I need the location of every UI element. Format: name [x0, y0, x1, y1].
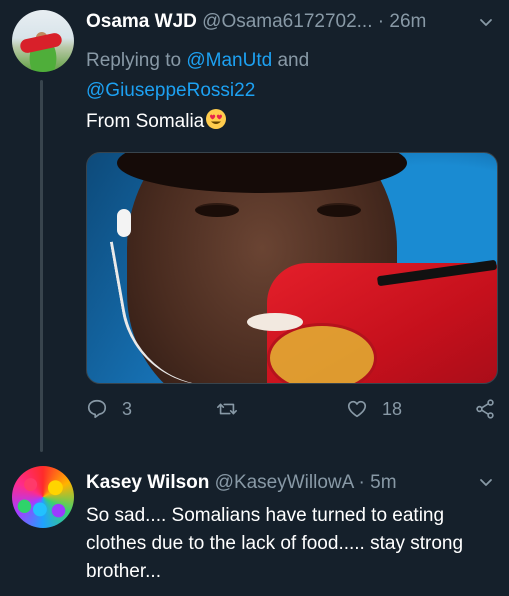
separator-dot: ·	[358, 472, 365, 493]
tweet-kasey[interactable]: Kasey Wilson @KaseyWillowA · 5m So sad..…	[0, 452, 509, 596]
chevron-down-icon[interactable]	[479, 476, 493, 490]
photo-badge	[267, 323, 377, 383]
thread-line	[40, 80, 43, 452]
display-name[interactable]: Kasey Wilson	[86, 472, 209, 493]
tweet-osama[interactable]: Osama WJD @Osama6172702... · 26m Replyin…	[0, 0, 509, 452]
like-count: 18	[382, 398, 403, 419]
like-button[interactable]: 18	[346, 394, 402, 424]
handle[interactable]: @Osama6172702...	[202, 11, 372, 32]
mention-giuseppe[interactable]: @GiuseppeRossi22	[86, 80, 255, 101]
mention-manutd[interactable]: @ManUtd	[186, 50, 272, 71]
share-button[interactable]	[474, 394, 509, 424]
replying-prefix: Replying to	[86, 50, 182, 71]
replying-to: Replying to @ManUtd and @GiuseppeRossi22	[86, 46, 416, 106]
reply-icon	[87, 399, 107, 419]
photo-mouth	[247, 313, 303, 331]
heart-icon	[347, 400, 367, 418]
photo-earphone	[117, 209, 131, 237]
replying-and: and	[277, 50, 310, 71]
photo-eye-right	[317, 203, 361, 217]
retweet-icon	[217, 403, 237, 415]
share-icon	[476, 399, 494, 419]
tweet-text: From Somalia	[86, 108, 227, 136]
tweet-text: So sad.... Somalians have turned to eati…	[86, 505, 464, 582]
heart-eyes-emoji-icon	[206, 109, 227, 129]
timestamp[interactable]: 26m	[389, 11, 426, 32]
tweet-actions: 3 18	[86, 394, 506, 424]
separator-dot: ·	[377, 11, 385, 32]
handle[interactable]: @KaseyWillowA	[215, 472, 354, 493]
tweet-text-content: From Somalia	[86, 111, 205, 132]
display-name[interactable]: Osama WJD	[86, 11, 197, 32]
reply-button[interactable]: 3	[86, 394, 132, 424]
chevron-down-icon[interactable]	[479, 16, 493, 30]
tweet-header: Osama WJD @Osama6172702... · 26m	[86, 10, 426, 34]
avatar[interactable]	[12, 466, 74, 528]
timestamp[interactable]: 5m	[370, 472, 396, 493]
reply-count: 3	[122, 398, 133, 419]
photo-eye-left	[195, 203, 239, 217]
tweet-photo[interactable]	[86, 152, 498, 384]
avatar[interactable]	[12, 10, 74, 72]
retweet-button[interactable]	[216, 394, 252, 424]
tweet-header: Kasey Wilson @KaseyWillowA · 5m	[86, 471, 397, 495]
